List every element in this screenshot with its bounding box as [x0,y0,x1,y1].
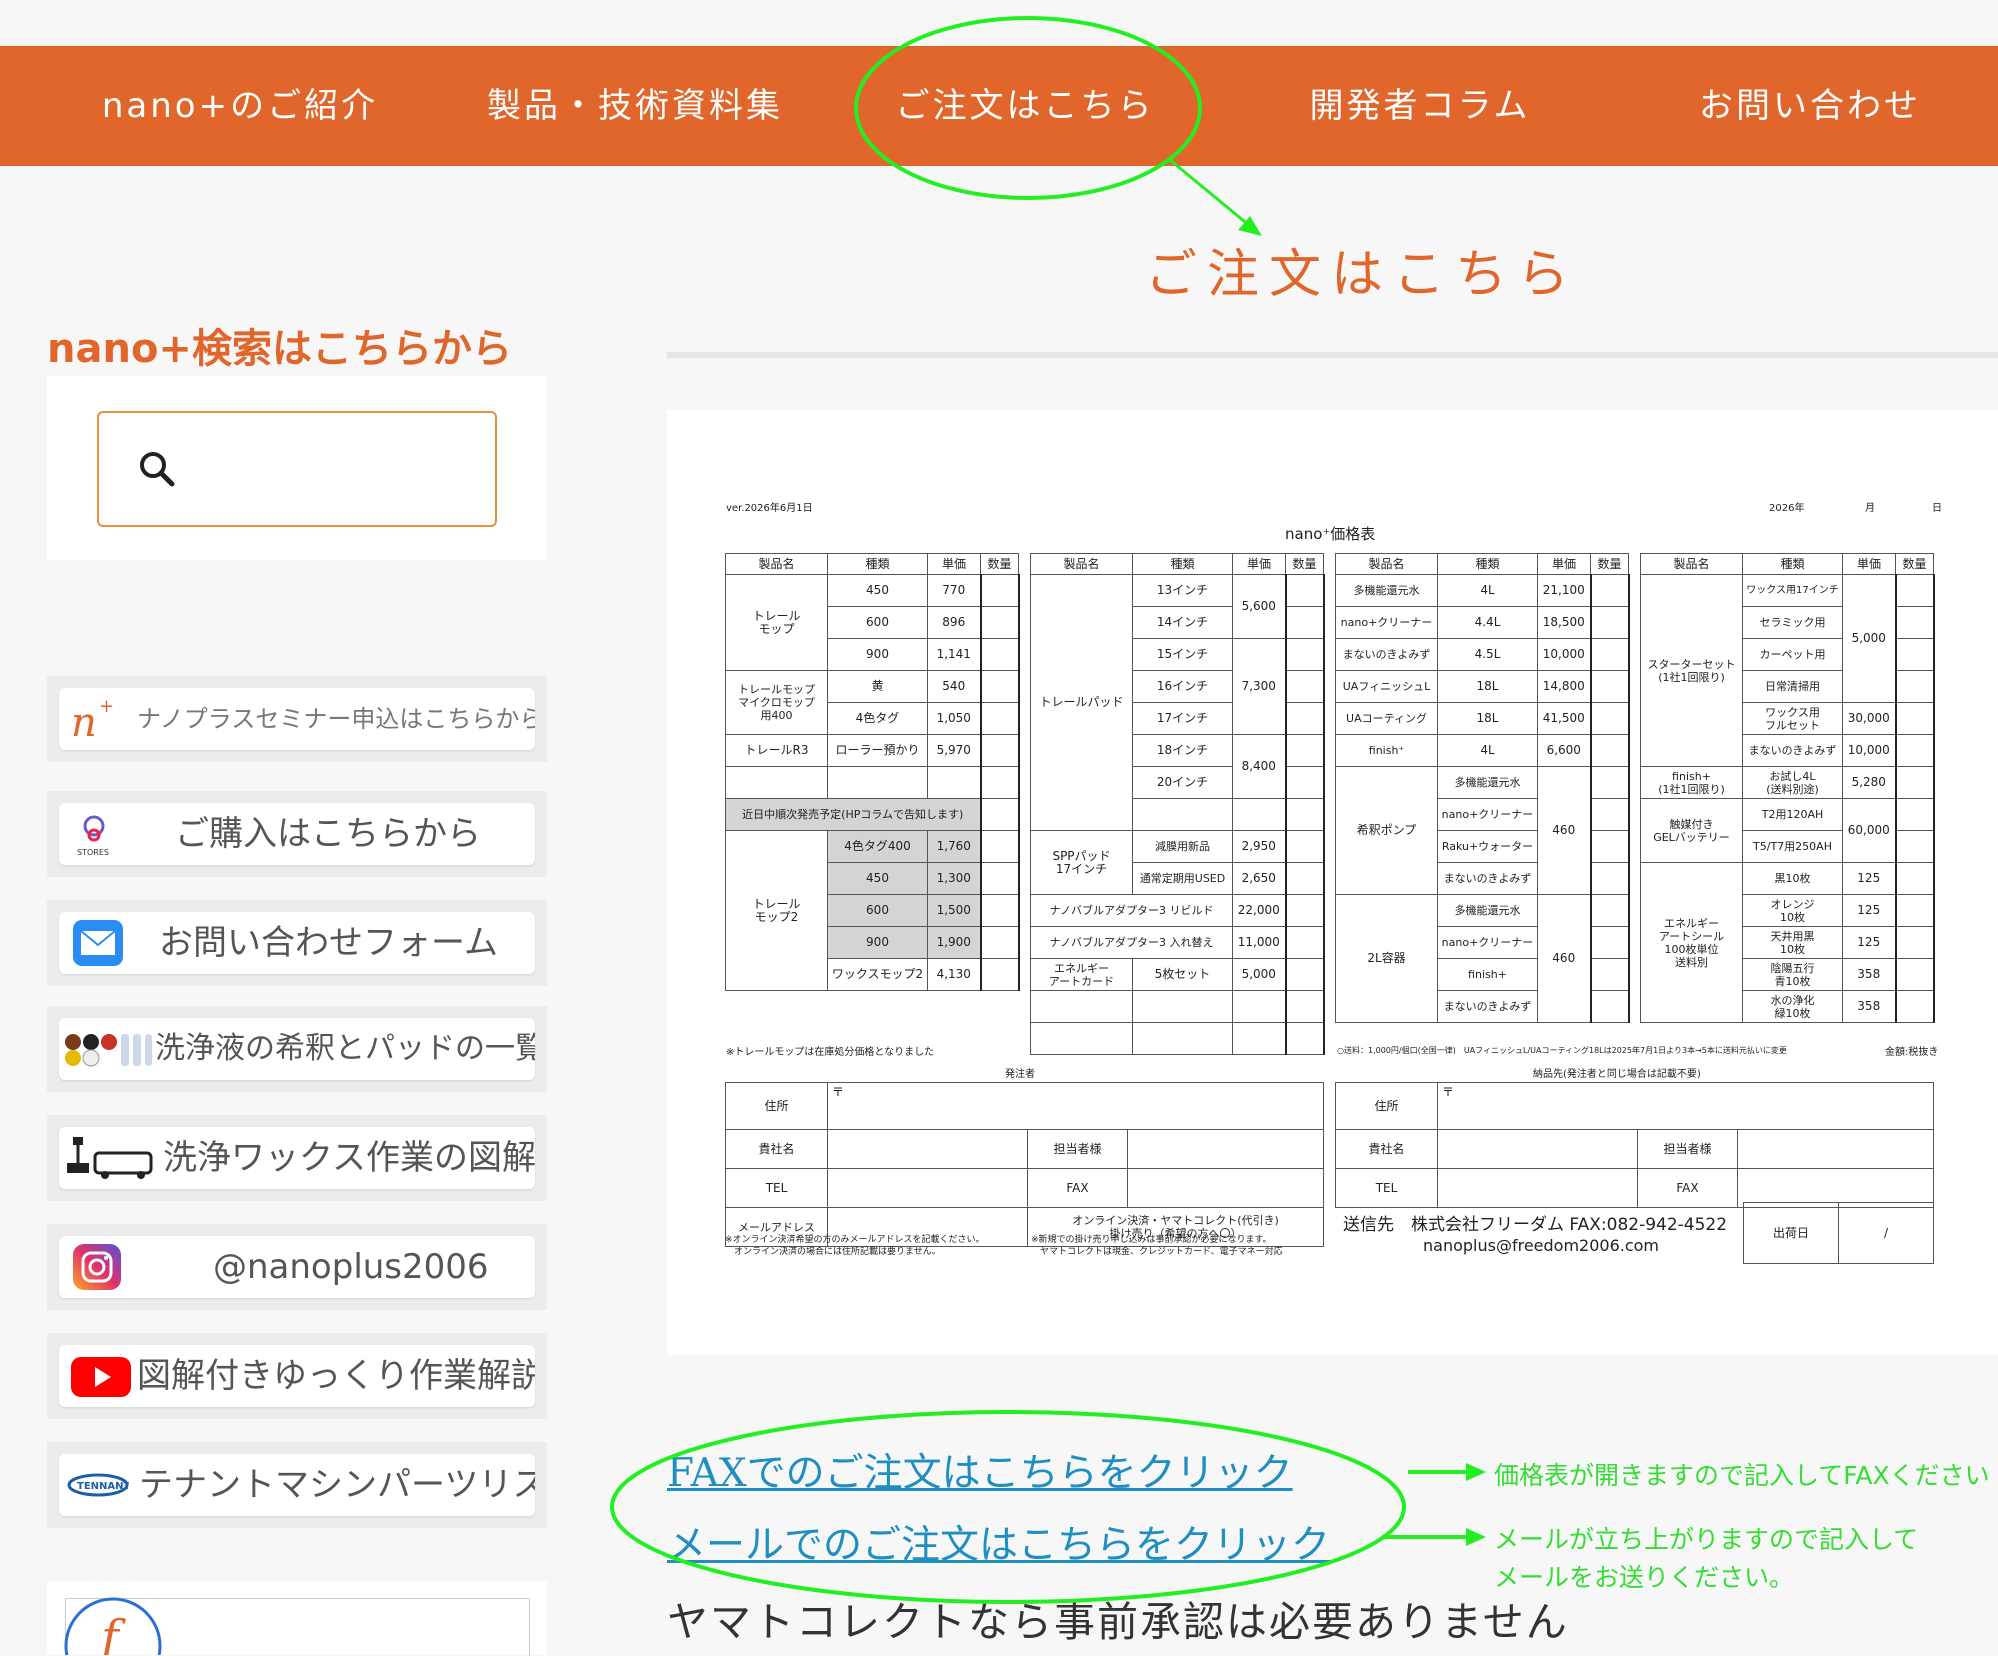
annotation-overlay [610,16,1486,1604]
annotation-mail-1: メールが立ち上がりますので記入して [1494,1525,1919,1554]
annotation-mail-2: メールをお送りください。 [1494,1563,1795,1592]
annotation-arrow [1169,158,1251,228]
highlight-ellipse-links [610,1410,1406,1604]
highlight-ellipse-nav [854,16,1202,200]
annotation-fax: 価格表が開きますので記入してFAXください [1494,1461,1990,1490]
